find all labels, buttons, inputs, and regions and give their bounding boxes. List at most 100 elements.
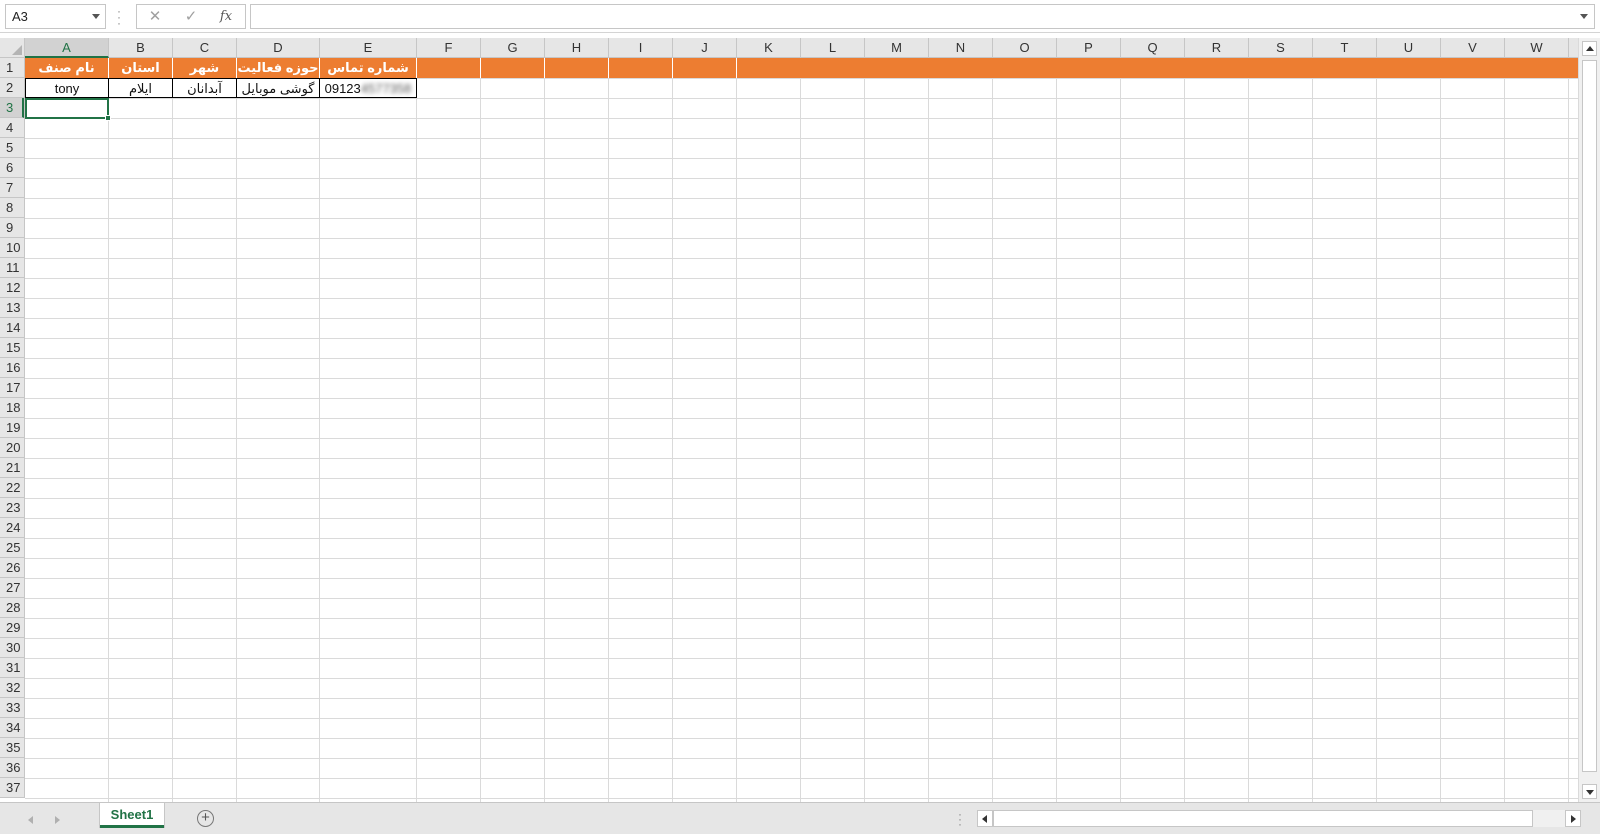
column-header-c[interactable]: C [173,38,237,58]
column-header-q[interactable]: Q [1121,38,1185,58]
row-header-18[interactable]: 18 [0,398,24,418]
name-box[interactable]: A3 [5,4,106,29]
row-header-9[interactable]: 9 [0,218,24,238]
column-header-p[interactable]: P [1057,38,1121,58]
select-all-button[interactable] [0,38,25,58]
drag-handle-icon[interactable]: · · · [117,5,123,29]
column-header-b[interactable]: B [109,38,173,58]
row-header-4[interactable]: 4 [0,118,24,138]
scroll-up-button[interactable] [1582,41,1597,56]
column-header-f[interactable]: F [417,38,481,58]
drag-handle-icon[interactable]: · · · [958,808,963,830]
header-cell-d1[interactable]: حوزه فعالیت [237,58,320,78]
column-header-i[interactable]: I [609,38,673,58]
sheet-tab-sheet1[interactable]: Sheet1 [100,803,164,828]
enter-icon[interactable]: ✓ [179,7,203,27]
column-header-n[interactable]: N [929,38,993,58]
scroll-down-button[interactable] [1582,784,1597,799]
chevron-down-icon[interactable] [92,14,100,19]
header-cell-f1[interactable] [417,58,481,78]
header-cell-a1[interactable]: نام صنف [25,58,109,78]
row-header-23[interactable]: 23 [0,498,24,518]
cells[interactable]: نام صنف استان شهر حوزه فعالیت شماره تماس… [25,58,1578,802]
column-header-d[interactable]: D [237,38,320,58]
cell-e2[interactable]: 091234577358 [320,78,417,98]
row-header-16[interactable]: 16 [0,358,24,378]
row-header-7[interactable]: 7 [0,178,24,198]
insert-function-button[interactable]: fx [214,7,238,27]
row-header-33[interactable]: 33 [0,698,24,718]
column-header-k[interactable]: K [737,38,801,58]
cell-a2[interactable]: tony [25,78,109,98]
expand-icon[interactable] [1580,14,1588,19]
row-header-13[interactable]: 13 [0,298,24,318]
row-header-17[interactable]: 17 [0,378,24,398]
row-header-22[interactable]: 22 [0,478,24,498]
row-header-29[interactable]: 29 [0,618,24,638]
column-header-u[interactable]: U [1377,38,1441,58]
header-cell-h1[interactable] [545,58,609,78]
header-cell-c1[interactable]: شهر [173,58,237,78]
formula-input[interactable] [250,4,1595,29]
row-header-19[interactable]: 19 [0,418,24,438]
header-cell-g1[interactable] [481,58,545,78]
add-sheet-button[interactable]: + [197,810,214,827]
active-cell-a3[interactable] [25,98,111,121]
cancel-icon[interactable]: ✕ [143,7,167,27]
horizontal-scroll-thumb[interactable] [993,810,1533,827]
column-header-m[interactable]: M [865,38,929,58]
column-header-j[interactable]: J [673,38,737,58]
column-header-h[interactable]: H [545,38,609,58]
header-cell-b1[interactable]: استان [109,58,173,78]
vertical-scroll-thumb[interactable] [1582,60,1597,772]
row-header-26[interactable]: 26 [0,558,24,578]
column-header-s[interactable]: S [1249,38,1313,58]
header-cell-i1[interactable] [609,58,673,78]
row-header-10[interactable]: 10 [0,238,24,258]
row-header-20[interactable]: 20 [0,438,24,458]
header-cell-e1[interactable]: شماره تماس [320,58,417,78]
row-header-12[interactable]: 12 [0,278,24,298]
row-header-21[interactable]: 21 [0,458,24,478]
row-header-2[interactable]: 2 [0,78,24,98]
column-header-v[interactable]: V [1441,38,1505,58]
prev-sheet-icon[interactable] [28,816,33,824]
row-header-5[interactable]: 5 [0,138,24,158]
cell-d2[interactable]: گوشی موبایل [237,78,320,98]
scroll-right-button[interactable] [1565,810,1581,827]
row-header-36[interactable]: 36 [0,758,24,778]
row-header-28[interactable]: 28 [0,598,24,618]
row-header-35[interactable]: 35 [0,738,24,758]
row-header-6[interactable]: 6 [0,158,24,178]
scroll-left-button[interactable] [977,810,993,827]
row-header-31[interactable]: 31 [0,658,24,678]
column-header-a[interactable]: A [25,38,109,58]
row-header-1[interactable]: 1 [0,58,24,78]
column-header-r[interactable]: R [1185,38,1249,58]
row-header-15[interactable]: 15 [0,338,24,358]
row-header-14[interactable]: 14 [0,318,24,338]
row-header-30[interactable]: 30 [0,638,24,658]
column-header-g[interactable]: G [481,38,545,58]
column-header-o[interactable]: O [993,38,1057,58]
row-header-8[interactable]: 8 [0,198,24,218]
next-sheet-icon[interactable] [55,816,60,824]
fill-handle[interactable] [105,115,111,121]
column-header-e[interactable]: E [320,38,417,58]
row-header-27[interactable]: 27 [0,578,24,598]
row-header-11[interactable]: 11 [0,258,24,278]
cell-b2[interactable]: ایلام [109,78,173,98]
column-header-t[interactable]: T [1313,38,1377,58]
vertical-scrollbar[interactable] [1578,38,1600,802]
row-header-32[interactable]: 32 [0,678,24,698]
row-header-24[interactable]: 24 [0,518,24,538]
header-cell-j1[interactable] [673,58,737,78]
row-header-37[interactable]: 37 [0,778,24,798]
cell-c2[interactable]: آبدانان [173,78,237,98]
horizontal-scrollbar[interactable] [977,810,1581,827]
row-header-34[interactable]: 34 [0,718,24,738]
row-header-3[interactable]: 3 [0,98,24,118]
column-header-l[interactable]: L [801,38,865,58]
row-header-25[interactable]: 25 [0,538,24,558]
column-header-w[interactable]: W [1505,38,1569,58]
